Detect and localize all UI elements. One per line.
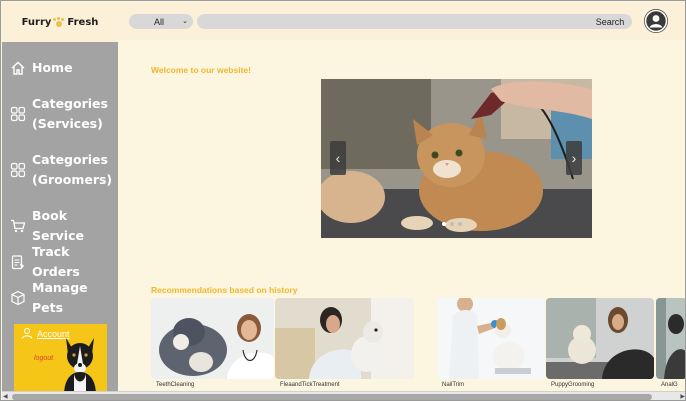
- recommendation-card[interactable]: FleaandTickTreatment: [275, 298, 414, 392]
- user-icon: [21, 327, 33, 341]
- recommendation-card[interactable]: NailTrim: [437, 298, 545, 392]
- recommendation-caption: NailTrim: [442, 382, 465, 388]
- scroll-left-icon[interactable]: ◀: [3, 393, 8, 400]
- brand-name-left: Furry: [21, 16, 52, 28]
- box-icon: [10, 290, 26, 306]
- brand-logo[interactable]: Furry Fresh: [2, 2, 118, 42]
- recommendation-caption: TeethCleaning: [156, 382, 195, 388]
- recommendation-caption: FleaandTickTreatment: [280, 382, 340, 388]
- cart-icon: [10, 218, 26, 234]
- recommendations-heading: Recommendations based on history: [151, 285, 298, 295]
- recommendation-card[interactable]: PuppyGrooming: [546, 298, 654, 392]
- sidebar-item-label: Manage Pets: [32, 280, 88, 315]
- sidebar-item-label: Book Service: [32, 208, 84, 243]
- user-avatar[interactable]: [644, 9, 668, 33]
- search-input[interactable]: [197, 14, 589, 29]
- sidebar-item-manage-pets[interactable]: Manage Pets: [10, 278, 118, 318]
- carousel-dot[interactable]: [450, 222, 454, 226]
- home-icon: [10, 60, 26, 76]
- hero-carousel[interactable]: ‹ ›: [321, 79, 592, 238]
- paw-icon: [53, 17, 65, 27]
- grid-icon: [10, 162, 26, 178]
- anal-gland-image: [656, 298, 685, 379]
- carousel-next-button[interactable]: ›: [566, 141, 582, 175]
- sidebar: Furry Fresh Home Categories (Services) C…: [2, 2, 118, 394]
- sidebar-item-label: Categories (Services): [32, 96, 108, 131]
- sidebar-item-track-orders[interactable]: Track Orders: [10, 242, 118, 282]
- sidebar-item-home[interactable]: Home: [10, 58, 73, 78]
- clipboard-icon: [10, 254, 26, 270]
- sidebar-item-book-service[interactable]: Book Service: [10, 206, 118, 246]
- flea-tick-treatment-image: [275, 298, 414, 379]
- welcome-heading: Welcome to our website!: [151, 65, 251, 75]
- user-icon: [644, 9, 668, 33]
- logout-link[interactable]: logout: [34, 355, 53, 362]
- carousel-cat-image: [321, 79, 592, 238]
- carousel-prev-button[interactable]: ‹: [330, 141, 346, 175]
- recommendation-card[interactable]: TeethCleaning: [151, 298, 274, 392]
- sidebar-item-label: Track Orders: [32, 244, 80, 279]
- top-bar: All ⌄ Search: [118, 2, 685, 40]
- nail-trim-image: [437, 298, 545, 379]
- recommendation-caption: PuppyGrooming: [551, 382, 595, 388]
- app-window: Furry Fresh Home Categories (Services) C…: [0, 0, 686, 401]
- carousel-dot[interactable]: [442, 222, 446, 226]
- teeth-cleaning-image: [151, 298, 274, 379]
- sidebar-item-categories-services[interactable]: Categories (Services): [10, 94, 108, 134]
- brand-name-right: Fresh: [67, 16, 99, 28]
- scrollbar-thumb[interactable]: [12, 394, 652, 400]
- recommendation-caption: AnalG: [661, 382, 678, 388]
- search-button[interactable]: Search: [588, 14, 632, 29]
- dog-image: [64, 338, 96, 394]
- carousel-indicators: [442, 222, 462, 226]
- category-select-value: All: [154, 16, 165, 27]
- grid-icon: [10, 106, 26, 122]
- sidebar-item-label: Categories (Groomers): [32, 152, 113, 187]
- sidebar-item-label: Home: [32, 60, 73, 75]
- recommendation-card[interactable]: AnalG: [656, 298, 685, 392]
- horizontal-scrollbar[interactable]: ◀ ▶: [2, 391, 685, 400]
- chevron-down-icon: ⌄: [182, 18, 188, 25]
- carousel-dot[interactable]: [458, 222, 462, 226]
- puppy-grooming-image: [546, 298, 654, 379]
- category-select[interactable]: All ⌄: [129, 14, 193, 29]
- scroll-right-icon[interactable]: ▶: [680, 393, 685, 400]
- sidebar-item-categories-groomers[interactable]: Categories (Groomers): [10, 150, 112, 190]
- recommendations-row: TeethCleaning FleaandTickTreatment NailT…: [151, 298, 685, 392]
- account-card: Account logout: [14, 324, 107, 394]
